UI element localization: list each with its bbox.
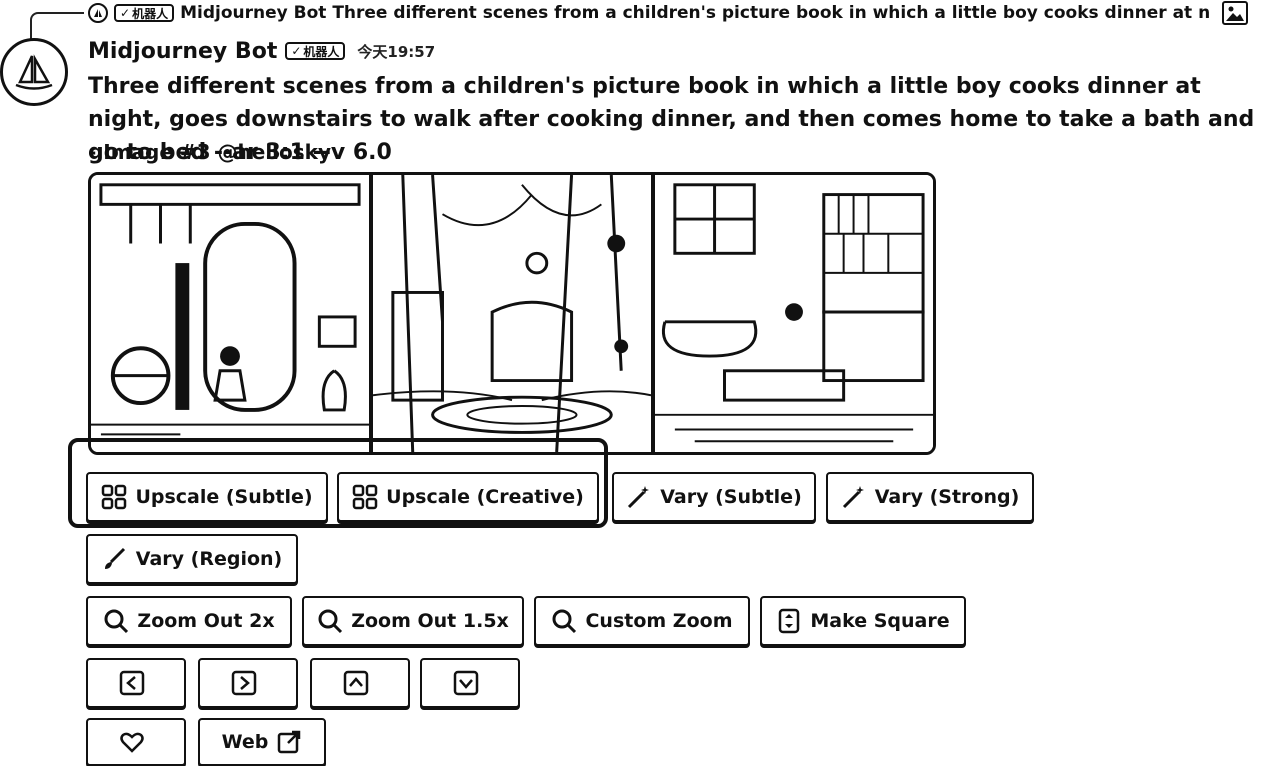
web-label: Web	[221, 731, 269, 753]
upscale-icon	[101, 484, 127, 510]
vary-strong-button[interactable]: Vary (Strong)	[826, 472, 1034, 522]
arrow-up-icon	[343, 670, 369, 696]
external-link-icon	[276, 729, 302, 755]
arrow-down-icon	[453, 670, 479, 696]
bot-badge: ✓ 机器人	[114, 4, 175, 22]
bot-avatar[interactable]	[0, 38, 68, 106]
magic-wand-icon	[626, 484, 652, 510]
message-suffix: - Image #3 @hellosky	[88, 140, 332, 164]
upscale-icon	[352, 484, 378, 510]
vary-strong-label: Vary (Strong)	[874, 486, 1020, 508]
paintbrush-icon	[102, 546, 128, 572]
timestamp: 今天19:57	[357, 42, 436, 61]
vary-region-button[interactable]: Vary (Region)	[86, 534, 298, 584]
heart-icon	[119, 729, 145, 755]
vary-subtle-button[interactable]: Vary (Subtle)	[612, 472, 816, 522]
reply-preview[interactable]: Midjourney Bot Three different scenes fr…	[180, 3, 1216, 23]
web-button[interactable]: Web	[198, 718, 326, 766]
zoom-out-1-5x-label: Zoom Out 1.5x	[351, 610, 509, 632]
image-panel-kitchen	[91, 175, 373, 452]
upscale-creative-label: Upscale (Creative)	[386, 486, 584, 508]
arrow-left-icon	[119, 670, 145, 696]
make-square-button[interactable]: Make Square	[760, 596, 966, 646]
arrow-right-icon	[231, 670, 257, 696]
check-icon: ✓	[291, 44, 302, 58]
pan-left-button[interactable]	[86, 658, 186, 708]
custom-zoom-button[interactable]: Custom Zoom	[534, 596, 750, 646]
magic-wand-icon	[841, 484, 867, 510]
vary-region-label: Vary (Region)	[135, 548, 283, 570]
zoom-out-1-5x-button[interactable]: Zoom Out 1.5x	[302, 596, 524, 646]
make-square-label: Make Square	[810, 610, 950, 632]
zoom-out-2x-button[interactable]: Zoom Out 2x	[86, 596, 292, 646]
generated-image[interactable]	[88, 172, 936, 455]
image-icon[interactable]	[1222, 1, 1248, 25]
bot-badge-label: 机器人	[303, 44, 340, 59]
image-panel-forest	[373, 175, 655, 452]
pan-right-button[interactable]	[198, 658, 298, 708]
upscale-subtle-button[interactable]: Upscale (Subtle)	[86, 472, 328, 522]
upscale-creative-button[interactable]: Upscale (Creative)	[337, 472, 599, 522]
pan-up-button[interactable]	[310, 658, 410, 708]
zoom-out-2x-label: Zoom Out 2x	[137, 610, 275, 632]
upscale-subtle-label: Upscale (Subtle)	[135, 486, 313, 508]
bot-badge-label: 机器人	[132, 6, 169, 21]
message-header: Midjourney Bot ✓ 机器人 今天19:57	[88, 36, 435, 66]
custom-zoom-label: Custom Zoom	[585, 610, 733, 632]
reply-connector-line	[30, 12, 84, 40]
favorite-button[interactable]	[86, 718, 186, 766]
check-icon: ✓	[120, 6, 131, 20]
magnifier-icon	[103, 608, 129, 634]
reply-preview-text: Three different scenes from a children's…	[332, 3, 1211, 23]
magnifier-icon	[317, 608, 343, 634]
magnifier-icon	[551, 608, 577, 634]
bot-avatar-small-icon	[88, 3, 108, 23]
username[interactable]: Midjourney Bot	[88, 39, 277, 64]
vary-subtle-label: Vary (Subtle)	[660, 486, 802, 508]
image-panel-bedroom	[655, 175, 933, 452]
pan-down-button[interactable]	[420, 658, 520, 708]
expand-vertical-icon	[776, 608, 802, 634]
reply-reference-bar[interactable]: ✓ 机器人 Midjourney Bot Three different sce…	[88, 0, 1248, 26]
bot-badge: ✓ 机器人	[285, 42, 346, 60]
reply-author: Midjourney Bot	[180, 3, 327, 23]
